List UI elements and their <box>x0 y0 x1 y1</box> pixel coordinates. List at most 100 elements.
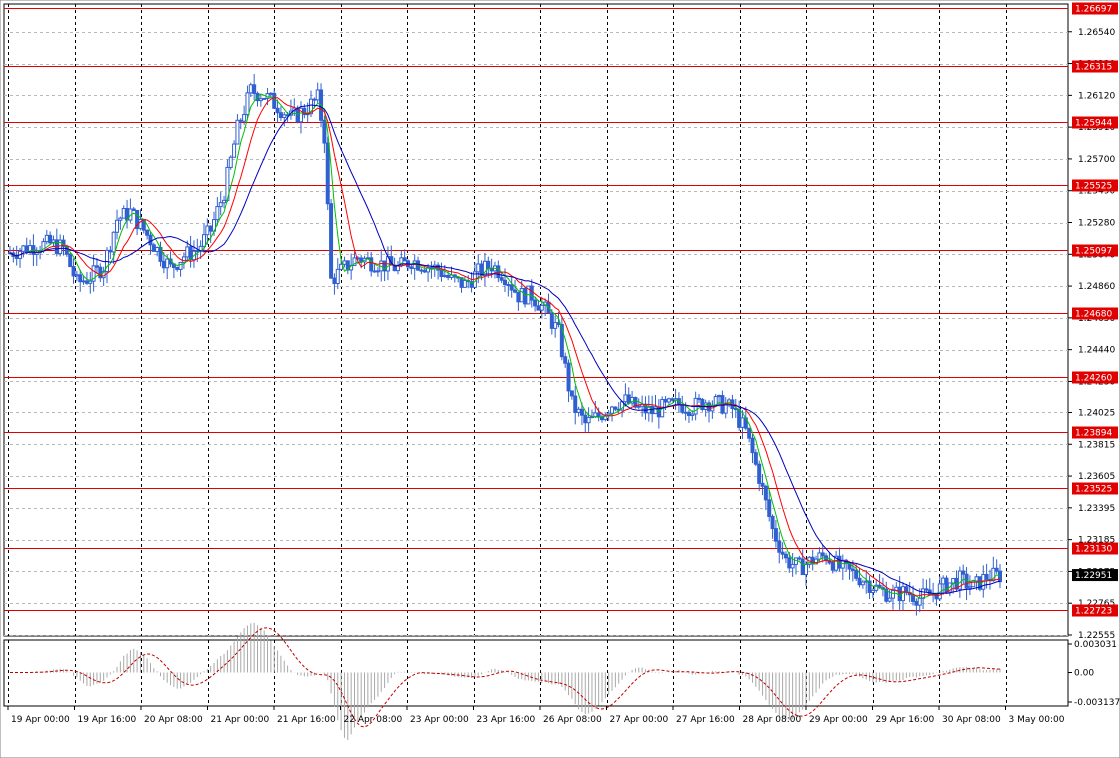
oscillator-tick-label: -0.003137 <box>1074 698 1120 708</box>
candle-body <box>218 202 223 208</box>
candle-body <box>683 411 688 414</box>
candle-body <box>984 573 989 580</box>
time-axis: 19 Apr 00:00 19 Apr 16:00 20 Apr 08:00 21 A… <box>7 706 1065 725</box>
candle-body <box>820 552 825 557</box>
x-tick-label: 23 Apr 16:00 <box>477 715 536 725</box>
candle-body <box>24 245 29 254</box>
candle-body <box>278 112 283 119</box>
candle-body <box>118 217 123 221</box>
candle-body <box>402 257 407 262</box>
candle-body <box>569 390 574 397</box>
candle-body <box>790 563 795 569</box>
candle-body <box>315 89 320 101</box>
moving-average-line <box>9 93 1001 599</box>
candle-body <box>275 107 280 114</box>
candle-body <box>21 245 26 252</box>
candle-body <box>506 283 511 286</box>
candle-body <box>696 397 701 400</box>
candle-body <box>917 597 922 606</box>
price-chart[interactable]: 1.265401.263301.261201.259101.257001.254… <box>0 0 1120 758</box>
candle-body <box>921 588 926 599</box>
candle-body <box>115 219 120 233</box>
candle-body <box>78 274 83 283</box>
candle-body <box>446 274 451 278</box>
x-tick-label: 27 Apr 16:00 <box>676 715 735 725</box>
candle-body <box>887 597 892 602</box>
candle-body <box>282 114 287 119</box>
candle-body <box>800 558 805 576</box>
candle-body <box>763 485 768 501</box>
candle-body <box>248 84 253 94</box>
candle-body <box>576 408 581 413</box>
candle-body <box>934 593 939 600</box>
candle-body <box>329 203 334 279</box>
candle-body <box>151 244 156 252</box>
y-tick-label: 1.26540 <box>1078 28 1115 38</box>
candle-body <box>951 577 956 584</box>
candle-body <box>322 119 327 144</box>
candle-body <box>670 398 675 401</box>
price-level-label: 1.25097 <box>1075 247 1112 257</box>
x-tick-label: 22 Apr 08:00 <box>344 715 403 725</box>
main-panel-frame <box>0 0 1120 758</box>
price-level-label: 1.22723 <box>1075 607 1112 617</box>
candle-body <box>850 568 855 571</box>
candle-body <box>208 225 213 232</box>
candle-body <box>804 563 809 576</box>
x-tick-label: 28 Apr 08:00 <box>743 715 802 725</box>
candle-body <box>870 589 875 593</box>
candle-body <box>566 362 571 392</box>
candle-body <box>94 265 99 268</box>
candle-body <box>342 260 347 265</box>
x-tick-label: 21 Apr 00:00 <box>211 715 270 725</box>
price-level-label: 1.24260 <box>1075 374 1112 384</box>
candle-body <box>235 119 240 145</box>
candle-body <box>994 567 999 572</box>
price-level-label: 1.26697 <box>1075 5 1112 15</box>
candle-body <box>663 399 668 403</box>
y-tick-label: 1.26120 <box>1078 91 1115 101</box>
candle-body <box>573 395 578 413</box>
candle-body <box>636 405 641 408</box>
candle-body <box>222 199 227 204</box>
candlestick-series <box>8 73 1002 616</box>
chart-window[interactable]: 1.265401.263301.261201.259101.257001.254… <box>0 0 1120 758</box>
candle-body <box>787 557 792 569</box>
candle-body <box>536 305 541 311</box>
candle-body <box>830 562 835 571</box>
candle-body <box>783 553 788 559</box>
candle-body <box>717 395 722 398</box>
candle-body <box>479 263 484 276</box>
candle-body <box>34 252 39 255</box>
candle-body <box>974 576 979 582</box>
x-tick-label: 19 Apr 16:00 <box>78 715 137 725</box>
price-level-label: 1.25944 <box>1075 119 1112 129</box>
x-tick-label: 23 Apr 00:00 <box>410 715 469 725</box>
price-level-label: 1.24680 <box>1075 310 1112 320</box>
candle-body <box>897 586 902 602</box>
candle-body <box>145 229 150 236</box>
candle-body <box>111 231 116 253</box>
candle-body <box>740 417 745 428</box>
support-resistance-levels <box>4 8 1068 611</box>
candle-body <box>375 270 380 273</box>
candle-body <box>770 515 775 530</box>
candle-body <box>583 414 588 424</box>
candle-body <box>499 277 504 281</box>
candle-body <box>476 263 481 273</box>
candle-body <box>579 408 584 416</box>
candle-body <box>74 274 79 277</box>
candle-body <box>439 269 444 278</box>
candle-body <box>335 268 340 285</box>
candle-body <box>747 427 752 439</box>
y-tick-label: 1.24025 <box>1078 408 1115 418</box>
x-tick-label: 27 Apr 00:00 <box>610 715 669 725</box>
candle-body <box>48 234 53 244</box>
candle-body <box>161 260 166 269</box>
candle-body <box>593 412 598 418</box>
candle-body <box>750 437 755 454</box>
candle-body <box>817 552 822 560</box>
candle-body <box>613 406 618 410</box>
candle-body <box>268 92 273 95</box>
y-tick-label: 1.25280 <box>1078 219 1115 229</box>
